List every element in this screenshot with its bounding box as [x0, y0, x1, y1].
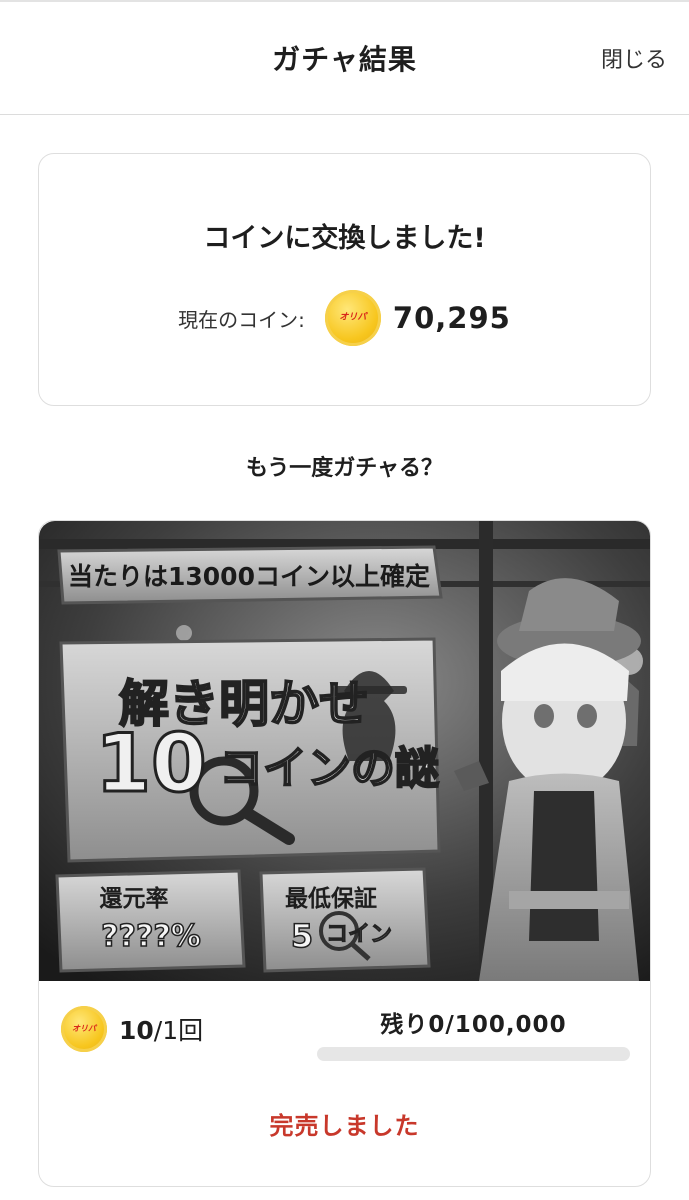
gold-coin-icon: オリパ: [324, 290, 381, 346]
price-row: オリパ 10/1回: [61, 1006, 203, 1052]
exchange-message: コインに交換しました!: [203, 223, 486, 254]
remaining-count: 残り0/100,000: [380, 1012, 567, 1038]
price-per-draw: 10/1回: [119, 1011, 203, 1047]
banner-title-line2: コインの謎: [219, 743, 439, 794]
current-coin-value: 70,295: [392, 301, 511, 335]
current-coin-label: 現在のコイン:: [178, 307, 305, 332]
again-prompt: もう一度ガチャる？: [245, 456, 444, 481]
price-value: 10: [119, 1016, 154, 1045]
gacha-card[interactable]: 当たりは13000コイン以上確定 解き明かせ 10 コインの謎 還元率 ????…: [38, 520, 651, 1187]
gacha-banner-image[interactable]: 当たりは13000コイン以上確定 解き明かせ 10 コインの謎 還元率 ????…: [39, 521, 650, 981]
header-bar: ガチャ結果 閉じる: [0, 2, 689, 115]
gold-coin-icon: オリパ: [61, 1006, 107, 1052]
banner-guarantee-unit: コイン: [326, 922, 392, 947]
banner-guarantee-number: 5: [291, 917, 313, 955]
price-unit: /1回: [153, 1016, 204, 1045]
banner-guarantee-label: 最低保証: [285, 885, 377, 912]
banner-top-plate-text: 当たりは13000コイン以上確定: [68, 562, 430, 591]
remaining-progress-bar: [317, 1047, 630, 1061]
sold-out-status: 完売しました: [269, 1112, 420, 1140]
banner-title-number: 10: [95, 717, 206, 810]
result-card: コインに交換しました! 現在のコイン: オリパ 70,295: [38, 153, 651, 406]
close-button[interactable]: 閉じる: [601, 42, 667, 74]
current-coin-row: 現在のコイン: オリパ 70,295: [39, 288, 650, 348]
page-title: ガチャ結果: [272, 43, 417, 76]
banner-rate-label: 還元率: [100, 885, 169, 912]
banner-rate-value: ????%: [101, 919, 201, 954]
